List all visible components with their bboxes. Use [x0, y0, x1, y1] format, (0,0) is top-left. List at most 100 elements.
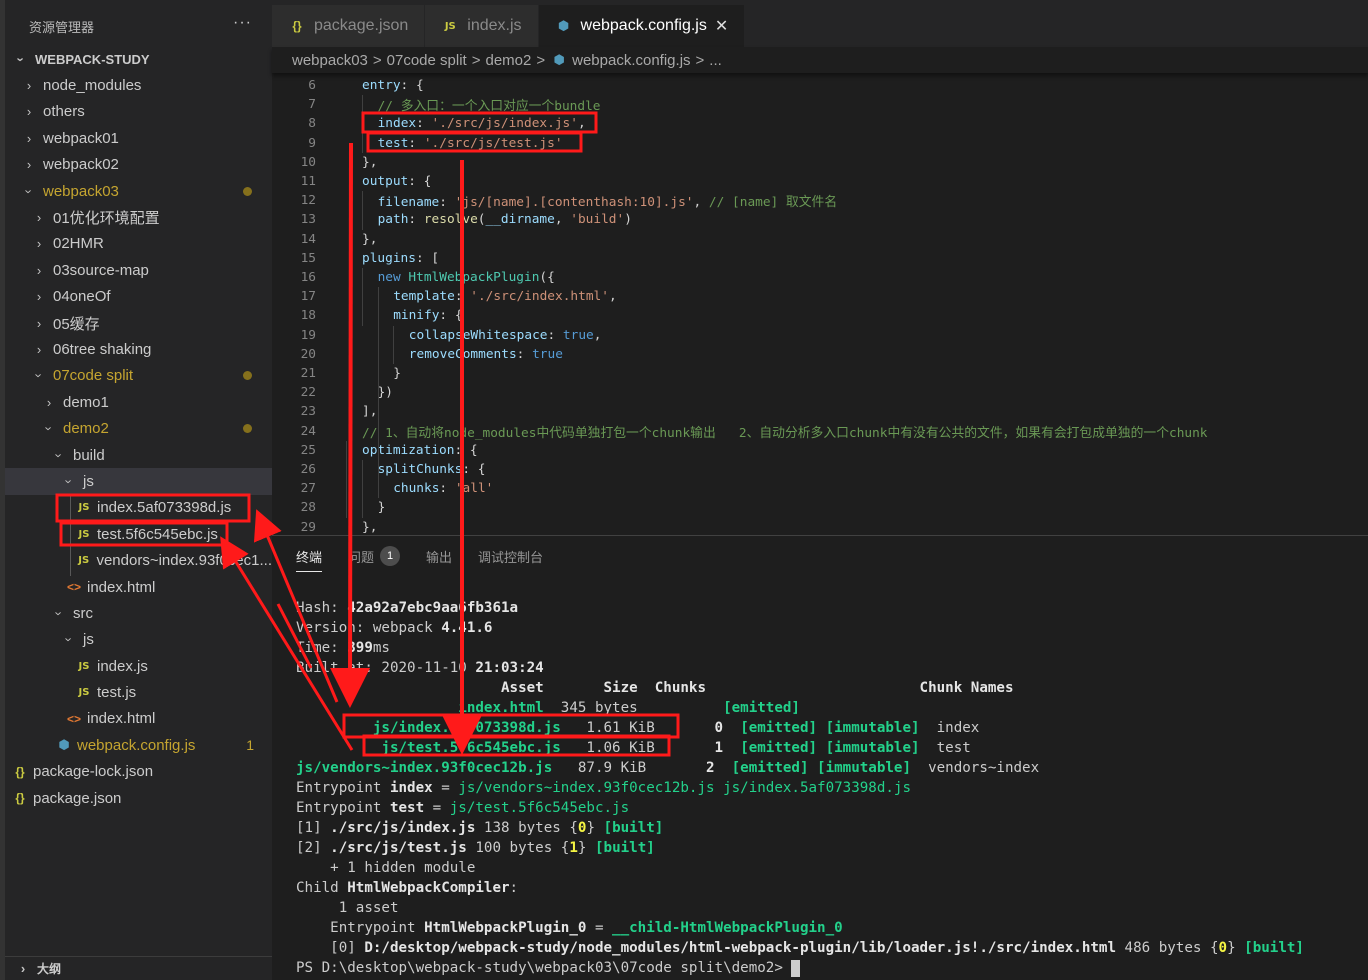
- terminal-prompt[interactable]: PS D:\desktop\webpack-study\webpack03\07…: [296, 958, 1304, 978]
- tree-file[interactable]: JS index.js: [5, 653, 272, 679]
- json-file-icon: {}: [15, 791, 25, 806]
- line-number: 25: [300, 442, 316, 458]
- code-line: 6 entry: {: [272, 76, 1368, 95]
- tree-folder[interactable]: › 01优化环境配置: [5, 204, 272, 230]
- tree-folder[interactable]: › build: [5, 442, 272, 468]
- close-icon[interactable]: ✕: [715, 16, 728, 36]
- code-line: 11 output: {: [272, 172, 1368, 191]
- panel-tab[interactable]: 问题 1: [348, 536, 401, 576]
- terminal-text: ms: [372, 640, 390, 656]
- terminal-text: HtmlWebpackCompiler: [347, 880, 510, 896]
- tab-webpack-config-js[interactable]: ⬢ webpack.config.js ✕: [538, 5, 746, 47]
- tree-file[interactable]: JS vendors~index.93f0cec1...: [5, 547, 272, 573]
- code-text: },: [362, 232, 377, 247]
- breadcrumb-item[interactable]: webpack03: [292, 52, 368, 69]
- tree-file[interactable]: {} package.json: [5, 785, 272, 811]
- terminal-text: [built]: [603, 820, 664, 836]
- tree-folder[interactable]: › node_modules: [5, 72, 272, 98]
- tab-package-json[interactable]: {} package.json: [272, 5, 426, 47]
- tree-folder[interactable]: › 07code split: [5, 363, 272, 389]
- tree-item-label: package-lock.json: [33, 763, 154, 781]
- terminal-text: [0]: [296, 940, 365, 956]
- tree-folder[interactable]: › 05缓存: [5, 310, 272, 336]
- breadcrumb-item[interactable]: webpack.config.js: [572, 52, 690, 69]
- file-tree: › WEBPACK-STUDY › node_modules › others › web…: [5, 46, 272, 811]
- tree-file[interactable]: JS test.js: [5, 679, 272, 705]
- code-line: 26 splitChunks: {: [272, 460, 1368, 479]
- terminal-text: test: [389, 800, 425, 816]
- tree-file[interactable]: ⬢ webpack.config.js 1: [5, 732, 272, 758]
- tree-folder[interactable]: › src: [5, 600, 272, 626]
- tree-folder[interactable]: › 03source-map: [5, 257, 272, 283]
- tree-file[interactable]: {} package-lock.json: [5, 759, 272, 785]
- code-token: },: [362, 154, 378, 170]
- tree-folder[interactable]: › js: [5, 627, 272, 653]
- tree-folder[interactable]: › webpack01: [5, 125, 272, 151]
- tab-index-js[interactable]: JS index.js: [425, 5, 539, 47]
- panel-tab[interactable]: 调试控制台: [478, 536, 543, 576]
- terminal-line: js/vendors~index.93f0cec12b.js 87.9 KiB …: [296, 758, 1304, 778]
- terminal-text: 1.61 KiB: [560, 720, 715, 736]
- terminal-text: + 1 hidden module: [296, 860, 476, 876]
- code-line: 15 plugins: [: [272, 249, 1368, 268]
- terminal-text: __child-HtmlWebpackPlugin_0: [612, 920, 843, 936]
- tree-folder[interactable]: › 04oneOf: [5, 284, 272, 310]
- terminal-line: Entrypoint test = js/test.5f6c545ebc.js: [296, 798, 1304, 818]
- code-token: : {: [439, 308, 463, 324]
- explorer-sidebar: 资源管理器 ··· › WEBPACK-STUDY › node_modules ›…: [0, 0, 272, 980]
- code-line: 27 chunks: 'all': [272, 479, 1368, 498]
- tree-folder[interactable]: › webpack02: [5, 152, 272, 178]
- indent-guide: [362, 460, 363, 518]
- code-token: true: [532, 346, 563, 362]
- js-file-icon: JS: [78, 687, 90, 699]
- tree-file[interactable]: <> index.html: [5, 706, 272, 732]
- tree-folder[interactable]: › 06tree shaking: [5, 336, 272, 362]
- code-text: // 多入口：一个入口对应一个bundle: [378, 95, 601, 114]
- breadcrumb-item[interactable]: ...: [709, 52, 722, 69]
- more-actions-icon[interactable]: ···: [233, 14, 252, 32]
- tree-folder[interactable]: › demo2: [5, 415, 272, 441]
- chevron-down-icon: ›: [51, 611, 67, 616]
- breadcrumb-separator-icon: >: [471, 51, 481, 69]
- terminal-text: [emitted] [immutable]: [731, 760, 912, 776]
- code-token: filename: [377, 195, 440, 211]
- panel-tab-label: 问题: [348, 549, 375, 565]
- code-token: }): [377, 385, 394, 401]
- code-token: : {: [454, 442, 478, 458]
- tree-item-label: package.json: [33, 789, 122, 807]
- tree-item-label: test.js: [97, 684, 137, 702]
- breadcrumb-item[interactable]: demo2: [485, 52, 531, 69]
- code-token: :: [408, 135, 424, 151]
- breadcrumb-item[interactable]: 07code split: [387, 52, 467, 69]
- tree-folder[interactable]: › 02HMR: [5, 231, 272, 257]
- tree-file[interactable]: JS test.5f6c545ebc.js: [5, 521, 272, 547]
- code-editor[interactable]: 6 entry: {7// 多入口：一个入口对应一个bundle 8 index: '…: [272, 73, 1368, 535]
- chevron-right-icon: ›: [36, 341, 42, 357]
- tree-folder[interactable]: › others: [5, 99, 272, 125]
- tree-file[interactable]: <> index.html: [5, 574, 272, 600]
- tree-folder[interactable]: › webpack03: [5, 178, 272, 204]
- code-token: resolve: [423, 212, 478, 228]
- code-text: }): [378, 385, 393, 400]
- panel-tab[interactable]: 终端: [296, 536, 323, 576]
- code-token: './src/index.html': [470, 289, 609, 305]
- tab-label: webpack.config.js: [580, 17, 707, 34]
- terminal-text: 1 asset: [296, 900, 399, 916]
- tree-file[interactable]: JS index.5af073398d.js: [5, 495, 272, 521]
- code-token: // [name] 取文件名: [708, 195, 838, 211]
- code-text: ],: [362, 404, 377, 419]
- js-file-icon: JS: [78, 660, 90, 672]
- line-number: 12: [300, 193, 316, 209]
- line-number: 27: [300, 481, 316, 497]
- tree-folder[interactable]: › js: [5, 468, 272, 495]
- terminal-output[interactable]: Hash: 42a92a7ebc9aa6fb361a Version: webpa…: [296, 598, 1304, 978]
- tree-item-label: 03source-map: [53, 261, 149, 279]
- code-token: template: [393, 289, 455, 305]
- outline-section[interactable]: › 大纲: [5, 956, 272, 980]
- terminal-text: 345 bytes: [543, 700, 724, 716]
- terminal-line: index.html 345 bytes [emitted]: [296, 698, 1304, 718]
- workspace-root[interactable]: › WEBPACK-STUDY: [5, 46, 272, 72]
- panel-tab[interactable]: 输出: [426, 536, 452, 576]
- tree-folder[interactable]: › demo1: [5, 389, 272, 415]
- terminal-text: =: [424, 800, 450, 816]
